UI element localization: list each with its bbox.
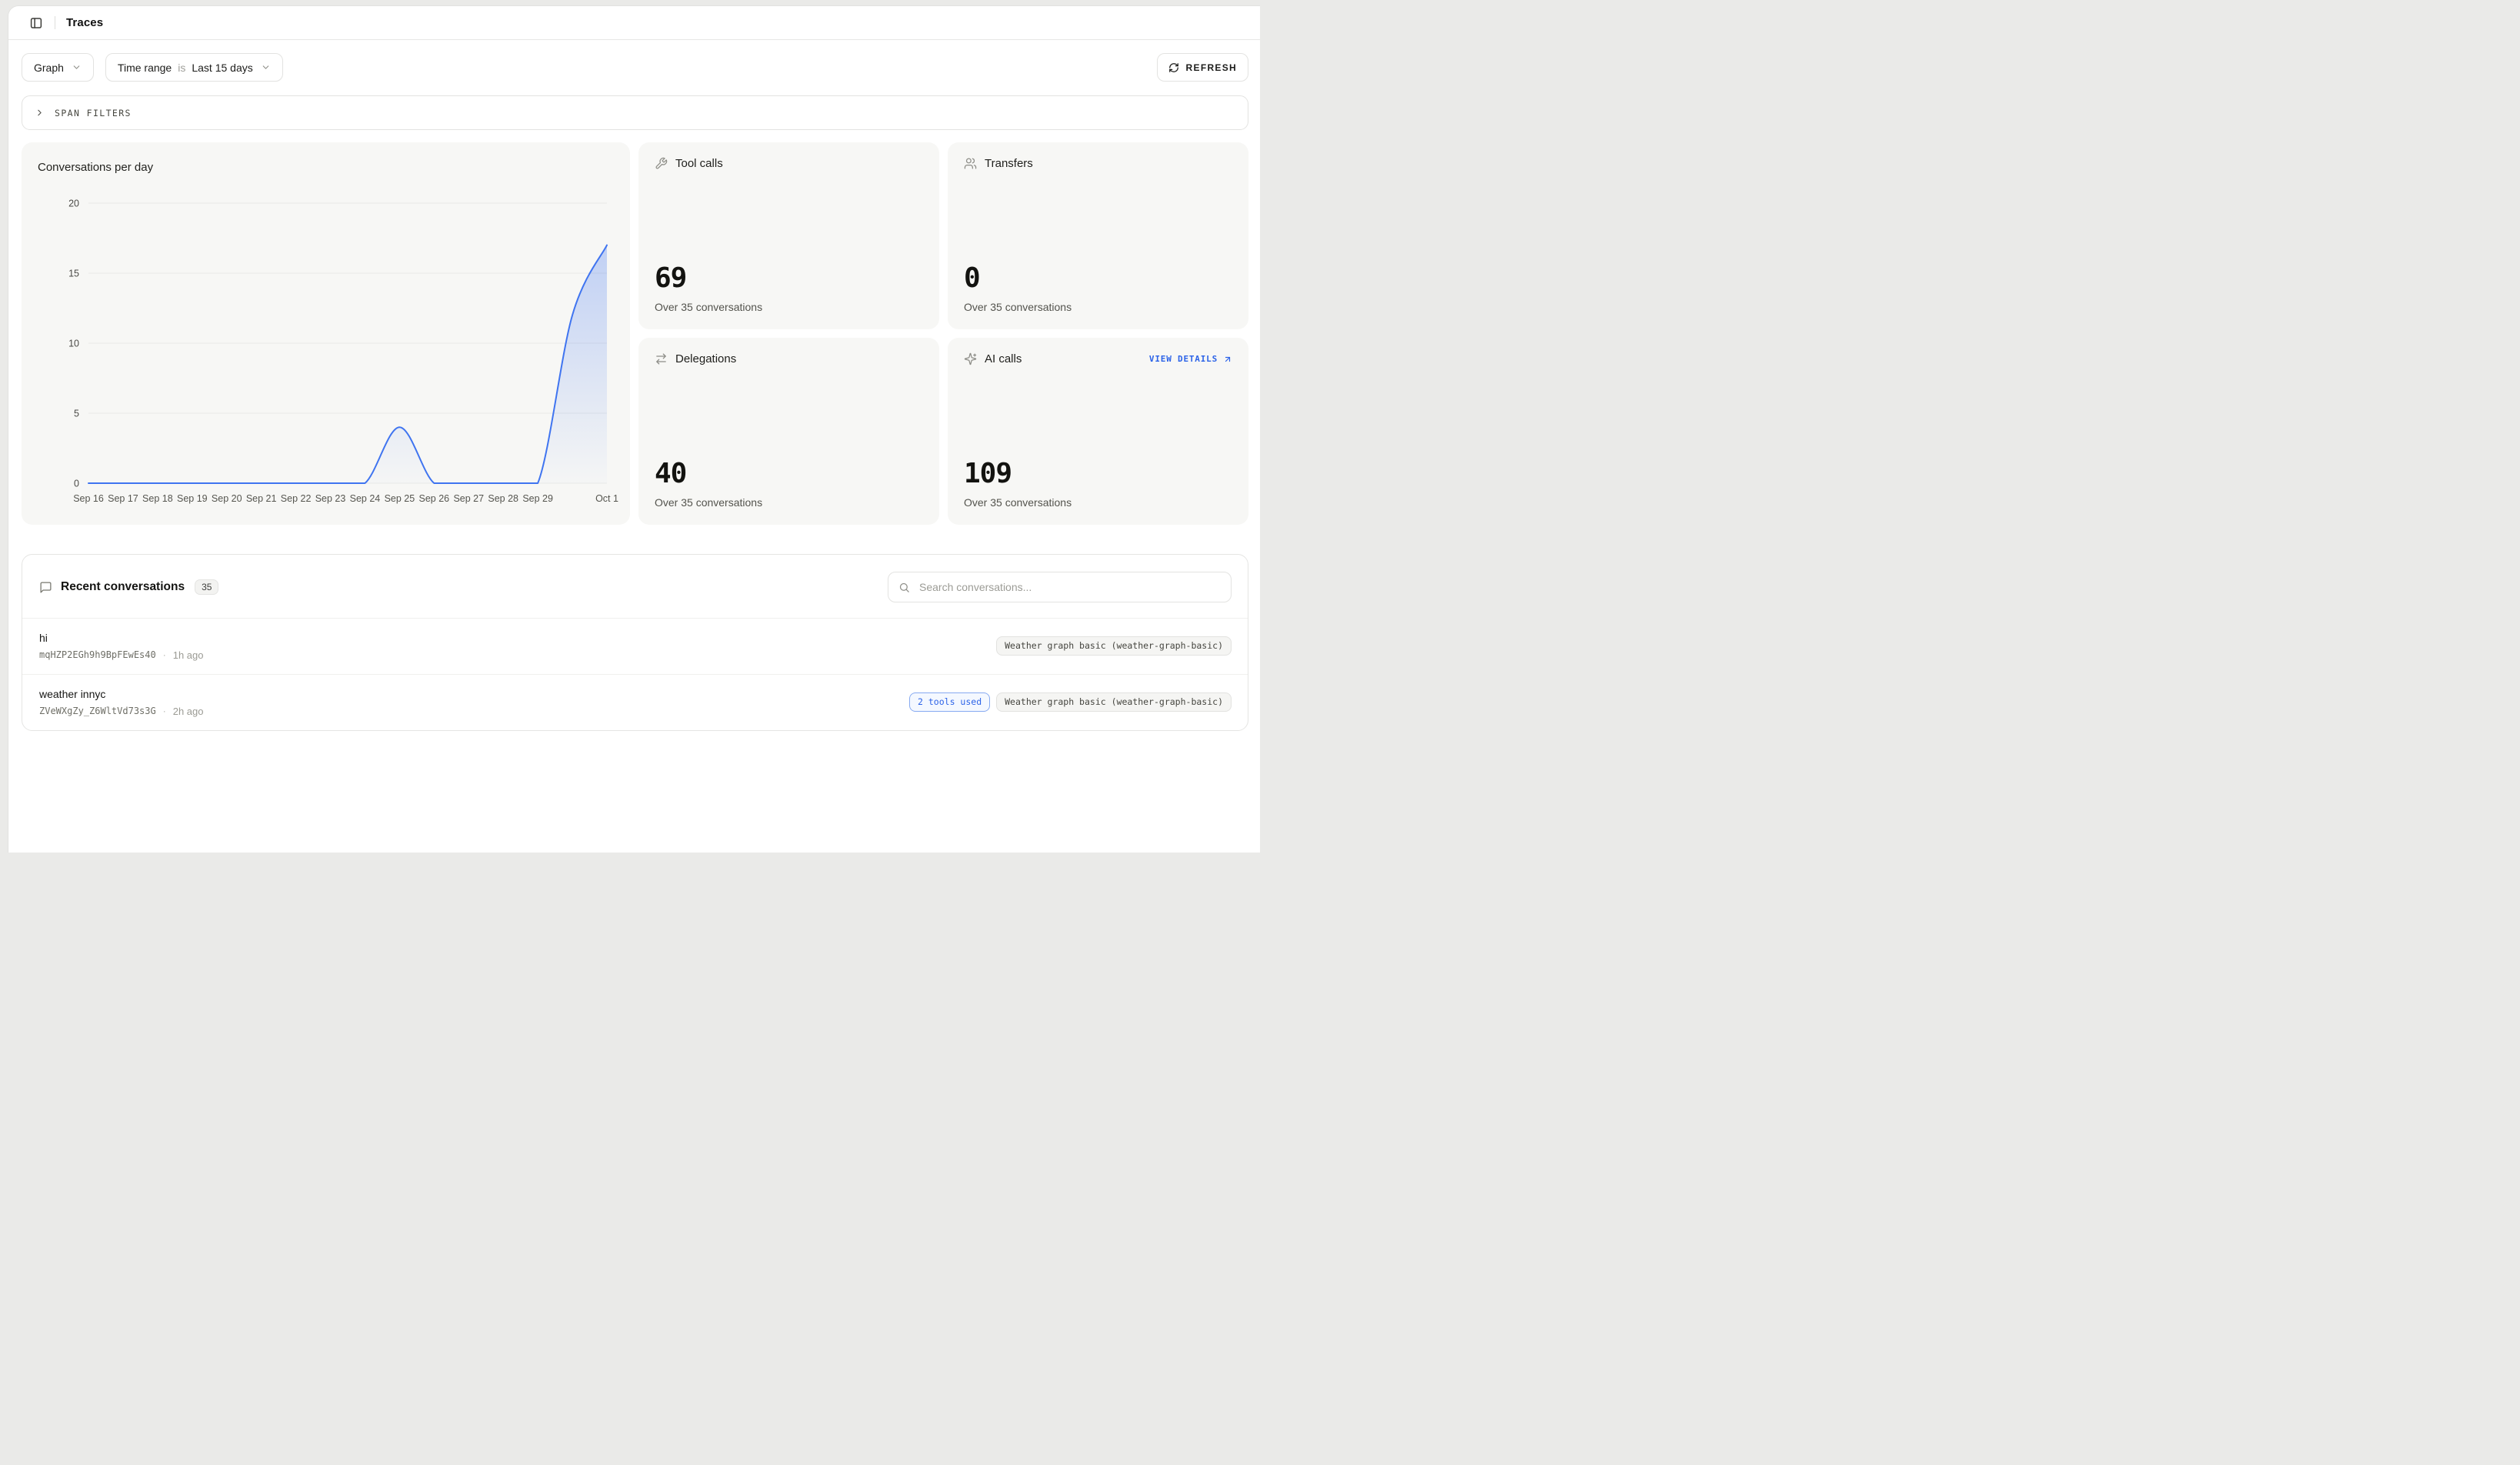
message-square-icon — [39, 581, 52, 594]
svg-text:Sep 19: Sep 19 — [177, 493, 208, 504]
page-title: Traces — [66, 16, 103, 29]
top-bar: Traces — [8, 6, 1260, 40]
refresh-icon — [1168, 62, 1179, 73]
conversations-per-day-chart-card: Conversations per day 0 5 10 15 20 Sep 16 Sep … — [22, 142, 630, 525]
stat-value: 0 — [964, 265, 1232, 292]
conversation-row[interactable]: weather innyc ZVeWXgZy_Z6WltVd73s3G · 2h… — [22, 674, 1248, 730]
svg-text:10: 10 — [68, 339, 79, 349]
svg-text:Sep 26: Sep 26 — [419, 493, 450, 504]
meta-dot: · — [163, 649, 166, 660]
chart-title: Conversations per day — [38, 161, 153, 174]
chevron-down-icon — [261, 62, 271, 72]
svg-text:Sep 29: Sep 29 — [522, 493, 553, 504]
stat-card-ai-calls: AI calls VIEW DETAILS 109 Over 35 conver… — [948, 338, 1248, 525]
conversation-id: ZVeWXgZy_Z6WltVd73s3G — [39, 706, 156, 716]
chevron-down-icon — [72, 62, 82, 72]
conversation-time: 2h ago — [173, 706, 204, 717]
filter-value-label: Last 15 days — [192, 62, 252, 74]
stat-card-delegations: Delegations 40 Over 35 conversations — [638, 338, 939, 525]
stat-title: Transfers — [985, 157, 1033, 170]
stat-value: 40 — [655, 460, 923, 488]
svg-text:Sep 16: Sep 16 — [73, 493, 104, 504]
wrench-icon — [655, 157, 668, 170]
sparkles-icon — [964, 352, 977, 365]
stat-card-transfers: Transfers 0 Over 35 conversations — [948, 142, 1248, 329]
svg-text:Sep 24: Sep 24 — [350, 493, 381, 504]
refresh-label: REFRESH — [1186, 62, 1237, 73]
sidebar-toggle-button[interactable] — [25, 12, 47, 34]
svg-text:Sep 22: Sep 22 — [281, 493, 312, 504]
time-range-filter-dropdown[interactable]: Time range is Last 15 days — [105, 53, 283, 82]
svg-text:Sep 18: Sep 18 — [142, 493, 173, 504]
conversation-title: hi — [39, 632, 203, 644]
conversation-title: weather innyc — [39, 688, 203, 700]
search-conversations-input[interactable] — [918, 580, 1221, 594]
users-icon — [964, 157, 977, 170]
svg-text:Sep 28: Sep 28 — [488, 493, 518, 504]
stat-caption: Over 35 conversations — [655, 301, 923, 313]
recent-conversations-card: Recent conversations 35 hi mqHZP2EGh9h9B… — [22, 554, 1248, 731]
span-filters-toggle[interactable]: SPAN FILTERS — [22, 95, 1248, 130]
stat-caption: Over 35 conversations — [964, 496, 1232, 509]
conversation-id: mqHZP2EGh9h9BpFEwEs40 — [39, 649, 156, 660]
view-details-link[interactable]: VIEW DETAILS — [1149, 354, 1232, 364]
conversation-row[interactable]: hi mqHZP2EGh9h9BpFEwEs40 · 1h ago Weathe… — [22, 618, 1248, 674]
svg-text:15: 15 — [68, 269, 79, 279]
stat-caption: Over 35 conversations — [964, 301, 1232, 313]
stat-title: Delegations — [675, 352, 736, 365]
search-conversations-box[interactable] — [888, 572, 1232, 602]
conversation-time: 1h ago — [173, 649, 204, 661]
conversation-count-badge: 35 — [195, 579, 218, 595]
stat-title: AI calls — [985, 352, 1022, 365]
svg-text:0: 0 — [74, 479, 79, 489]
arrow-up-right-icon — [1223, 355, 1232, 364]
stat-title: Tool calls — [675, 157, 723, 170]
svg-text:Sep 17: Sep 17 — [108, 493, 138, 504]
stat-caption: Over 35 conversations — [655, 496, 923, 509]
stat-card-tool-calls: Tool calls 69 Over 35 conversations — [638, 142, 939, 329]
filter-operator-label: is — [178, 62, 185, 74]
tools-used-badge: 2 tools used — [909, 692, 990, 712]
agent-tag: Weather graph basic (weather-graph-basic… — [996, 692, 1232, 712]
svg-text:Sep 20: Sep 20 — [212, 493, 242, 504]
recent-conversations-header: Recent conversations 35 — [22, 555, 1248, 618]
stat-value: 69 — [655, 265, 923, 292]
stat-value: 109 — [964, 460, 1232, 488]
main-panel: Traces Graph Time range is Last 15 days … — [8, 5, 1260, 853]
swap-arrows-icon — [655, 352, 668, 365]
span-filters-label: SPAN FILTERS — [55, 108, 132, 118]
chevron-right-icon — [35, 108, 45, 118]
svg-text:Sep 25: Sep 25 — [385, 493, 415, 504]
svg-text:Sep 21: Sep 21 — [246, 493, 277, 504]
recent-conversations-title: Recent conversations — [61, 580, 185, 594]
view-details-label: VIEW DETAILS — [1149, 354, 1218, 364]
meta-dot: · — [163, 706, 166, 716]
agent-tag: Weather graph basic (weather-graph-basic… — [996, 636, 1232, 656]
view-selector-label: Graph — [34, 62, 64, 74]
svg-text:Sep 27: Sep 27 — [453, 493, 484, 504]
filter-field-label: Time range — [118, 62, 172, 74]
panel-left-icon — [29, 16, 43, 30]
svg-text:5: 5 — [74, 409, 79, 419]
stats-grid: Conversations per day 0 5 10 15 20 Sep 16 Sep … — [22, 142, 1248, 525]
toolbar: Graph Time range is Last 15 days REFRESH — [22, 53, 1248, 82]
svg-text:Sep 23: Sep 23 — [315, 493, 346, 504]
svg-text:Oct 1: Oct 1 — [595, 493, 618, 504]
conversations-per-day-chart: 0 5 10 15 20 Sep 16 Sep 17 Sep 18 Sep 19 Sep 20 Se… — [22, 142, 630, 525]
view-selector-dropdown[interactable]: Graph — [22, 53, 94, 82]
search-icon — [898, 582, 910, 593]
svg-text:20: 20 — [68, 199, 79, 209]
refresh-button[interactable]: REFRESH — [1157, 53, 1248, 82]
